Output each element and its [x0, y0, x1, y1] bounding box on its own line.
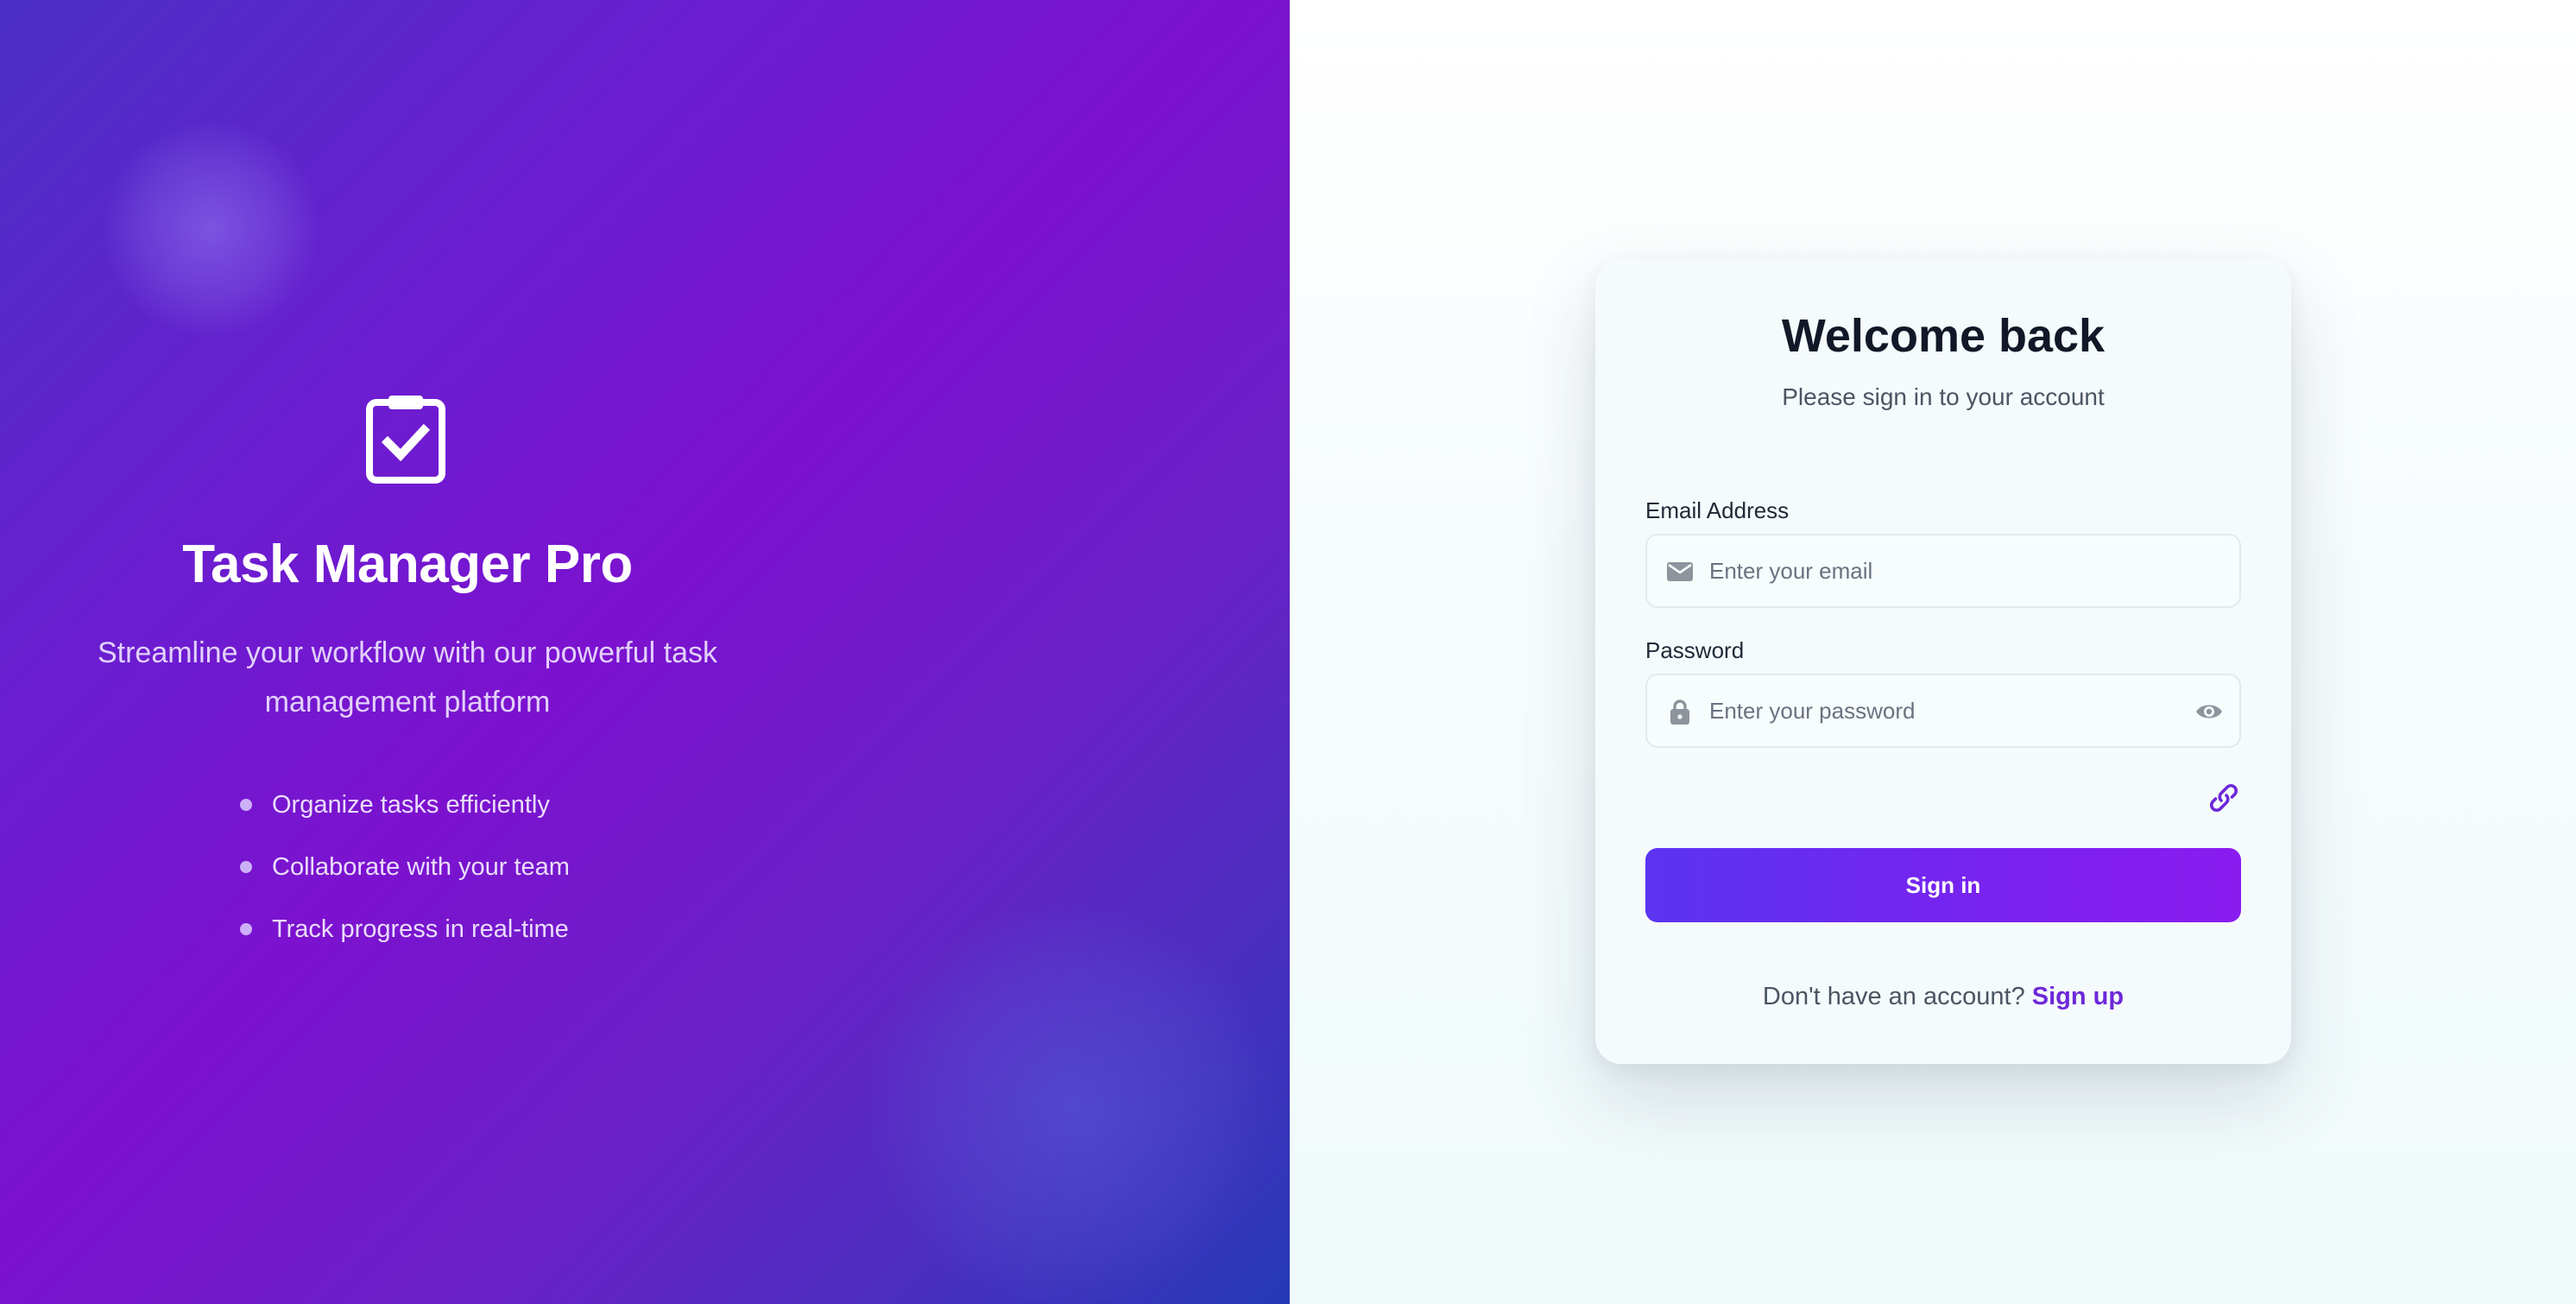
hero-content: Task Manager Pro Streamline your workflo… — [0, 0, 815, 1304]
feature-text: Organize tasks efficiently — [272, 790, 550, 819]
mail-icon — [1667, 562, 1693, 581]
login-title: Welcome back — [1781, 310, 2106, 362]
email-input[interactable] — [1709, 535, 2193, 606]
feature-text: Track progress in real-time — [272, 915, 569, 943]
lock-icon — [1670, 699, 1689, 725]
hero-panel: Task Manager Pro Streamline your workflo… — [0, 0, 1290, 1304]
email-label: Email Address — [1645, 497, 1790, 523]
app-title: Task Manager Pro — [182, 535, 633, 594]
password-field-wrapper[interactable] — [1645, 674, 2241, 748]
login-panel: Welcome back Please sign in to your acco… — [1290, 0, 2576, 1304]
feature-item: Organize tasks efficiently — [240, 774, 570, 836]
sign-in-button[interactable]: Sign in — [1645, 848, 2241, 922]
signup-prompt-row: Don't have an account? Sign up — [1595, 983, 2291, 1011]
feature-item: Track progress in real-time — [240, 898, 570, 960]
app-tagline: Streamline your workflow with our powerf… — [97, 636, 718, 718]
feature-item: Collaborate with your team — [240, 836, 570, 898]
eye-icon[interactable] — [2194, 698, 2224, 725]
signup-prompt-text: Don't have an account? — [1762, 983, 2025, 1010]
password-label: Password — [1645, 637, 1745, 663]
feature-list: Organize tasks efficiently Collaborate w… — [240, 774, 570, 960]
password-input[interactable] — [1709, 675, 2193, 746]
bullet-dot — [240, 799, 252, 811]
clipboard-check-icon — [366, 396, 445, 484]
login-card: Welcome back Please sign in to your acco… — [1595, 259, 2291, 1064]
email-field-wrapper[interactable] — [1645, 534, 2241, 608]
bullet-dot — [240, 861, 252, 873]
bullet-dot — [240, 923, 252, 935]
sign-up-link[interactable]: Sign up — [2032, 983, 2124, 1010]
decorative-glow — [863, 907, 1278, 1304]
login-subtitle: Please sign in to your account — [1782, 383, 2105, 410]
link-icon[interactable] — [2205, 779, 2243, 817]
feature-text: Collaborate with your team — [272, 852, 570, 881]
